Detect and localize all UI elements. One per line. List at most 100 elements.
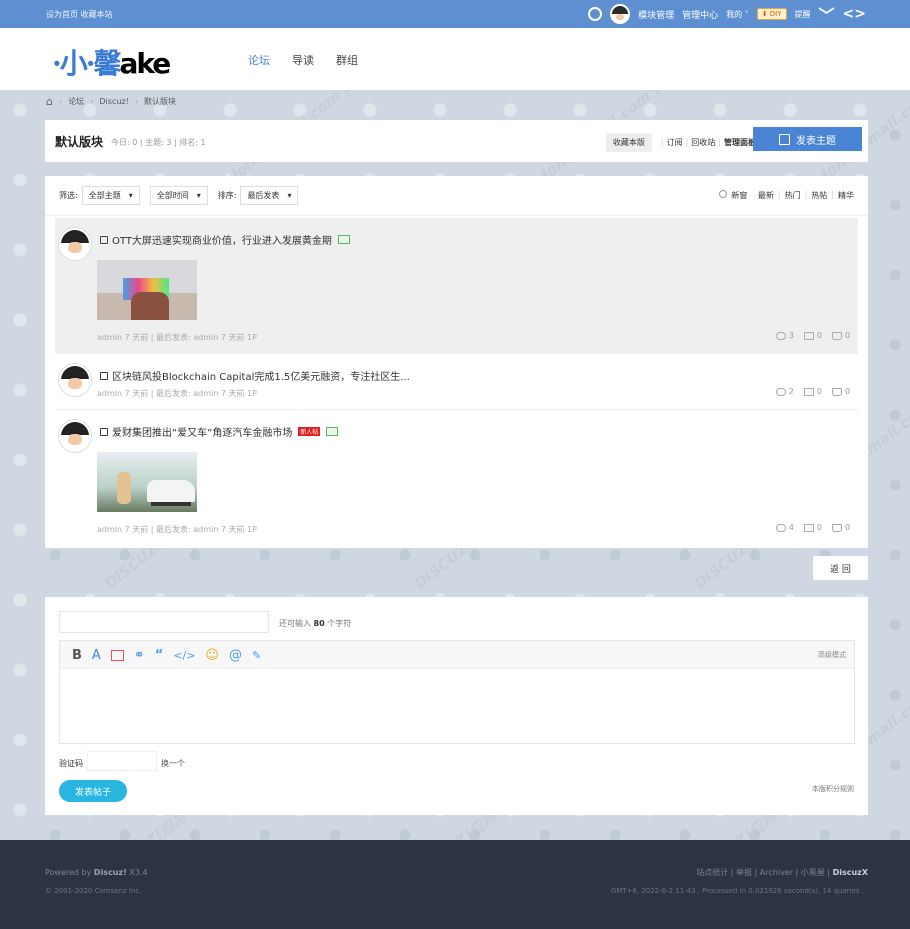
tab-hot-posts[interactable]: 热帖: [811, 190, 827, 201]
new-window-checkbox[interactable]: [719, 190, 728, 198]
thread-title-text[interactable]: 区块链风投Blockchain Capital完成1.5亿美元融资，专注社区生.…: [112, 368, 410, 383]
module-manage-link[interactable]: 模块管理: [638, 8, 674, 21]
thread-row[interactable]: 区块链风投Blockchain Capital完成1.5亿美元融资，专注社区生.…: [55, 356, 858, 410]
author-avatar[interactable]: [59, 420, 91, 452]
thread-title-text[interactable]: 爱财集团推出“爱又车”角逐汽车金融市场: [112, 424, 292, 439]
edit-icon: [779, 133, 790, 145]
thread-thumbnail[interactable]: [97, 260, 197, 320]
chevron-down-icon[interactable]: ﹀: [819, 2, 835, 26]
subscribe-link[interactable]: 订阅: [667, 137, 683, 148]
recycle-link[interactable]: 回收站: [691, 137, 715, 148]
forum-title: 默认版块: [55, 135, 104, 149]
code-icon[interactable]: </>: [173, 649, 195, 662]
author-avatar[interactable]: [59, 228, 91, 260]
replies-value: 0: [816, 387, 822, 396]
nav-groups[interactable]: 群组: [336, 52, 358, 68]
notify-link[interactable]: 提醒: [795, 9, 811, 20]
thread-title[interactable]: 区块链风投Blockchain Capital完成1.5亿美元融资，专注社区生.…: [100, 368, 410, 383]
search-icon[interactable]: [588, 7, 603, 21]
likes-value: 0: [844, 331, 850, 340]
eye-icon: [775, 387, 786, 396]
quote-icon[interactable]: “: [155, 648, 164, 663]
image-icon[interactable]: [110, 650, 124, 661]
sort-tabs: 新窗 最新 | 热门 | 热帖 | 精华: [719, 190, 854, 201]
likes-count: 0: [831, 523, 850, 532]
new-thread-label: 发表主题: [796, 135, 836, 147]
back-button[interactable]: 返 回: [813, 556, 868, 580]
thread-title[interactable]: OTT大屏迅速实现商业价值，行业进入发展黄金期: [100, 232, 350, 247]
comment-icon: [803, 523, 814, 532]
thread-title-text[interactable]: OTT大屏迅速实现商业价值，行业进入发展黄金期: [112, 232, 332, 247]
time-filter-select[interactable]: 全部时间 ▾: [149, 186, 208, 205]
powered-brand[interactable]: Discuz!: [94, 868, 127, 877]
top-bar: 设为首页 收藏本站 模块管理 管理中心 我的 ˅ ⬇ DIY 提醒 ﹀ <>: [0, 0, 910, 28]
runtime-info: GMT+8, 2022-6-2 11:43 , Processed in 0.0…: [610, 887, 864, 895]
views-count: 3: [775, 331, 794, 340]
manage-panel-link[interactable]: 管理面板: [724, 137, 756, 148]
site-footer: Powered by Discuz! X3.4 © 2001-2020 Coms…: [0, 840, 910, 929]
post-editor[interactable]: B A ⚭ “ </> ☺ @ ✎ 高级模式: [59, 640, 855, 744]
code-toggle-icon[interactable]: <>: [843, 6, 866, 22]
thread-meta: admin 7 天前 | 最后发表: admin 7 天前 1P: [97, 333, 257, 342]
site-logo[interactable]: ·小·馨ake: [52, 42, 172, 82]
thread-checkbox[interactable]: [100, 427, 108, 436]
likes-value: 0: [844, 523, 850, 532]
font-color-icon[interactable]: A: [92, 648, 101, 663]
tab-digest[interactable]: 精华: [838, 190, 854, 201]
filter-label: 筛选:: [59, 191, 78, 200]
breadcrumb-discuz[interactable]: Discuz!: [99, 97, 128, 106]
nav-guide[interactable]: 导读: [292, 52, 314, 68]
subject-input[interactable]: [59, 611, 269, 633]
diy-button[interactable]: ⬇ DIY: [756, 8, 787, 20]
footer-links-text[interactable]: 站点统计 | 举报 | Archiver | 小黑屋 |: [696, 868, 830, 877]
footer-brand[interactable]: DiscuzX: [833, 868, 868, 877]
new-window-label[interactable]: 新窗: [731, 190, 747, 201]
avatar[interactable]: [610, 4, 631, 24]
thread-thumbnail[interactable]: [97, 452, 197, 512]
sort-select[interactable]: 最后发表 ▾: [240, 186, 299, 205]
new-thread-button[interactable]: 发表主题: [753, 127, 862, 151]
logo-tail: ake: [119, 47, 172, 80]
views-count: 4: [775, 523, 794, 532]
submit-post-button[interactable]: 发表帖子: [59, 780, 127, 802]
thread-row[interactable]: OTT大屏迅速实现商业价值，行业进入发展黄金期 admin 7 天前 | 最后发…: [55, 218, 858, 354]
editor-toolbar: B A ⚭ “ </> ☺ @ ✎ 高级模式: [60, 641, 854, 669]
thread-row[interactable]: 爱财集团推出“爱又车”角逐汽车金融市场 新人帖 admin 7 天前 | 最后发…: [55, 412, 858, 542]
thread-stats: 4 0 0: [775, 523, 850, 532]
nav-forum[interactable]: 论坛: [248, 52, 270, 68]
image-attachment-icon: [337, 235, 350, 244]
my-menu[interactable]: 我的 ˅: [726, 9, 749, 20]
sort-label: 排序:: [217, 191, 237, 200]
topic-filter-select[interactable]: 全部主题 ▾: [81, 186, 140, 205]
tab-hot[interactable]: 热门: [785, 190, 801, 201]
breadcrumb-forum[interactable]: 论坛: [68, 96, 84, 107]
captcha-input[interactable]: [87, 751, 157, 771]
home-icon[interactable]: ⌂: [46, 95, 53, 108]
eye-icon: [775, 331, 786, 340]
link-icon[interactable]: ⚭: [134, 648, 145, 663]
at-icon[interactable]: @: [229, 648, 242, 663]
likes-count: 0: [831, 387, 850, 396]
replies-count: 0: [803, 523, 822, 532]
thread-stats: 3 0 0: [775, 331, 850, 340]
char-remaining: 还可输入 80 个字符: [279, 618, 351, 629]
attachment-icon[interactable]: ✎: [252, 649, 261, 662]
thumbs-up-icon: [831, 331, 842, 340]
copyright: © 2001-2020 Comsenz Inc.: [45, 887, 142, 895]
credit-rules-link[interactable]: 本版积分规则: [812, 784, 854, 794]
thread-title[interactable]: 爱财集团推出“爱又车”角逐汽车金融市场 新人帖: [100, 424, 339, 439]
captcha-change-link[interactable]: 换一个: [161, 758, 185, 769]
smiley-icon[interactable]: ☺: [205, 648, 219, 663]
favorite-button[interactable]: 收藏本版: [605, 133, 652, 152]
admin-center-link[interactable]: 管理中心: [682, 8, 718, 21]
thread-checkbox[interactable]: [100, 235, 108, 244]
bold-icon[interactable]: B: [72, 648, 82, 663]
advanced-mode-link[interactable]: 高级模式: [818, 650, 846, 660]
author-avatar[interactable]: [59, 364, 91, 396]
thread-checkbox[interactable]: [100, 371, 108, 380]
new-user-badge: 新人帖: [298, 427, 321, 436]
remain-count: 80: [313, 619, 325, 628]
top-left-links[interactable]: 设为首页 收藏本站: [46, 9, 113, 20]
replies-count: 0: [803, 387, 822, 396]
tab-latest[interactable]: 最新: [758, 190, 774, 201]
